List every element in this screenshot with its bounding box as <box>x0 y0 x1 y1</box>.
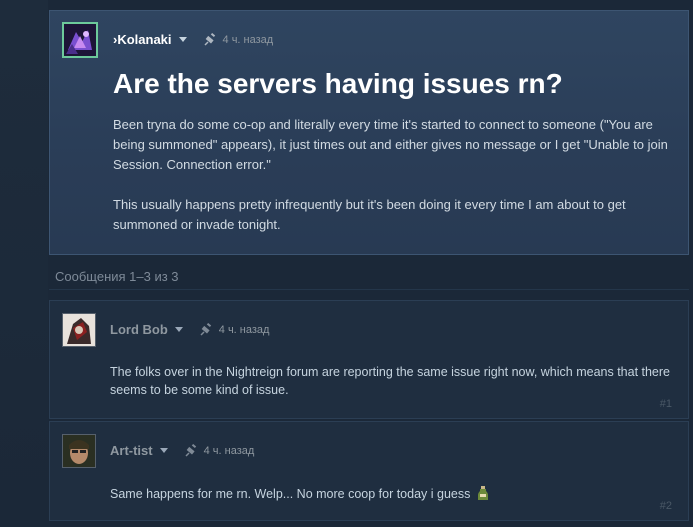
comment-author-row: Lord Bob 4 ч. назад <box>110 322 269 337</box>
comment-timestamp: 4 ч. назад <box>203 444 255 457</box>
comment-text: Same happens for me rn. Welp... No more … <box>110 487 471 501</box>
op-paragraph: Been tryna do some co-op and literally e… <box>113 117 668 172</box>
left-gutter <box>0 0 48 527</box>
comment-author-row: Art-tist 4 ч. назад <box>110 443 254 458</box>
comment-author-name[interactable]: Lord Bob <box>110 322 168 337</box>
original-post: ›Kolanaki 4 ч. назад Are the servers hav… <box>49 10 689 255</box>
comment-avatar[interactable] <box>62 313 96 347</box>
thread-title: Are the servers having issues rn? <box>113 68 563 99</box>
divider <box>49 289 689 290</box>
chevron-down-icon[interactable] <box>159 448 168 453</box>
chevron-down-icon[interactable] <box>178 37 187 42</box>
op-timestamp: 4 ч. назад <box>222 33 274 46</box>
comment-text-container: Same happens for me rn. Welp... No more … <box>110 485 670 503</box>
pin-icon <box>185 443 196 457</box>
op-author-row: ›Kolanaki 4 ч. назад <box>113 32 273 47</box>
comment: Art-tist 4 ч. назад Same happens for me … <box>49 421 689 521</box>
bottle-emoticon-icon <box>477 486 488 500</box>
pin-icon <box>203 32 215 46</box>
comment-timestamp: 4 ч. назад <box>218 323 270 336</box>
pin-icon <box>200 322 211 336</box>
comment-text: The folks over in the Nightreign forum a… <box>110 365 671 397</box>
comment-number[interactable]: #1 <box>660 398 672 410</box>
op-body: Been tryna do some co-op and literally e… <box>113 115 681 255</box>
comment-author-name[interactable]: Art-tist <box>110 443 153 458</box>
chevron-down-icon[interactable] <box>174 327 183 332</box>
op-author-name[interactable]: ›Kolanaki <box>113 32 172 47</box>
comment-avatar[interactable] <box>62 434 96 468</box>
op-avatar[interactable] <box>62 22 98 58</box>
comment: Lord Bob 4 ч. назад The folks over in th… <box>49 300 689 419</box>
messages-count: Сообщения 1–3 из 3 <box>55 269 179 284</box>
comment-number[interactable]: #2 <box>660 500 672 512</box>
op-paragraph: This usually happens pretty infrequently… <box>113 197 626 232</box>
